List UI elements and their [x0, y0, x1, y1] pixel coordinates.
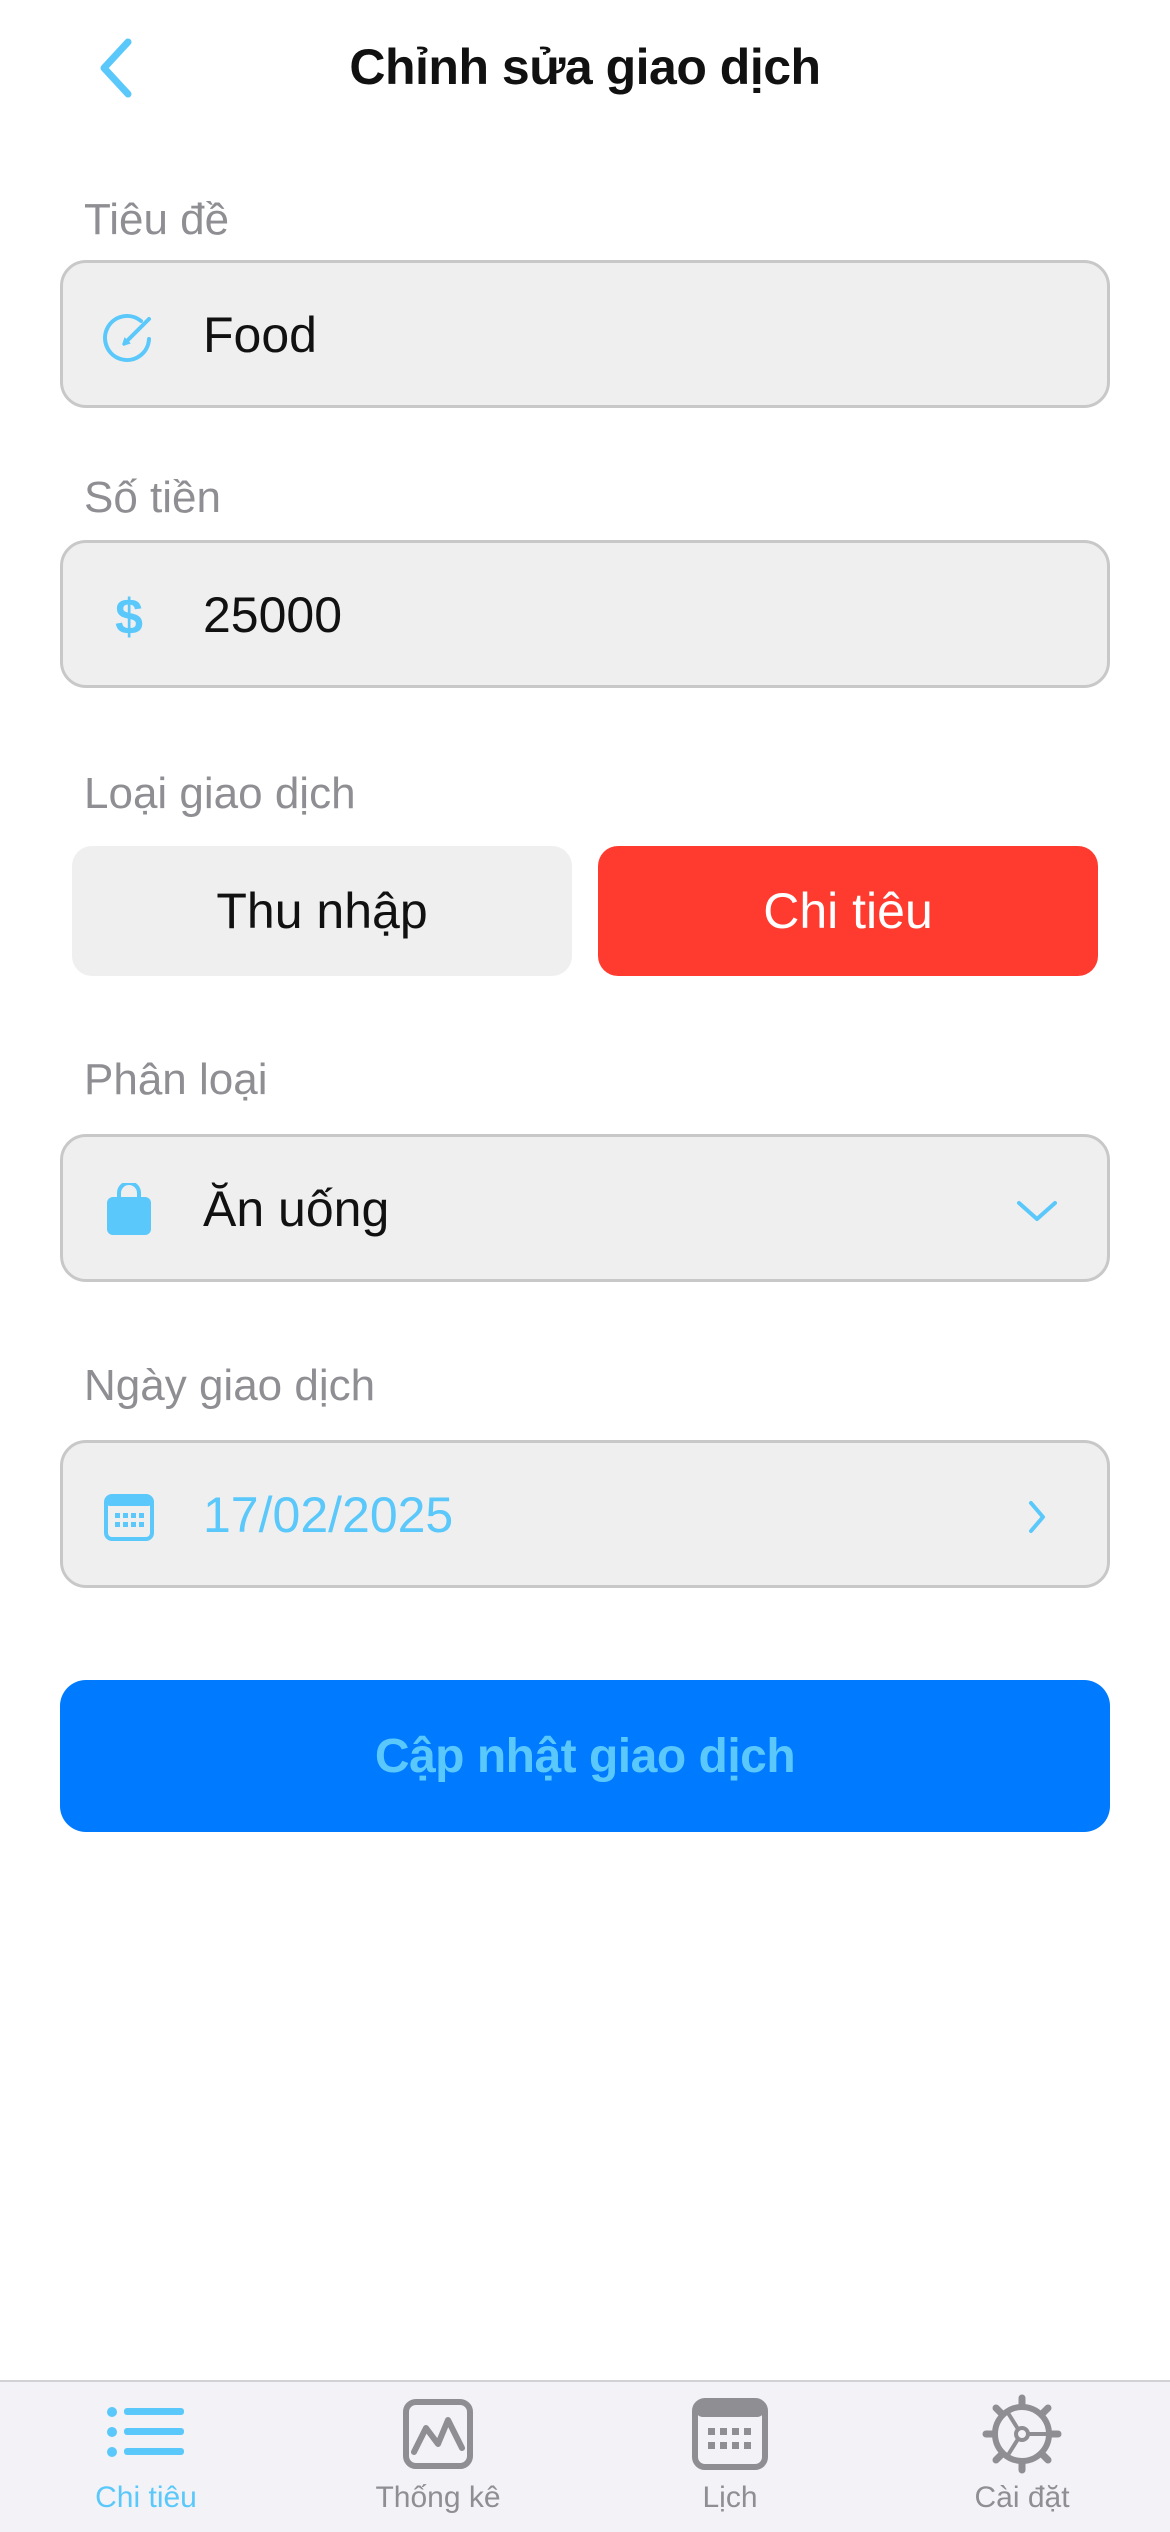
date-label: Ngày giao dịch	[84, 1361, 376, 1410]
tab-label: Chi tiêu	[95, 2481, 197, 2514]
category-select[interactable]: Ăn uống	[60, 1134, 1110, 1282]
list-icon	[106, 2394, 186, 2474]
edit-circle-icon	[101, 309, 157, 365]
amount-field[interactable]: $	[60, 540, 1110, 688]
currency-symbol: $	[115, 589, 143, 645]
title-input[interactable]	[203, 301, 1023, 369]
amount-label: Số tiền	[84, 473, 221, 522]
chevron-down-icon	[1013, 1187, 1061, 1235]
title-field[interactable]	[60, 260, 1110, 408]
page-title: Chỉnh sửa giao dịch	[349, 39, 821, 95]
title-label: Tiêu đề	[84, 195, 230, 244]
category-label: Phân loại	[84, 1055, 268, 1104]
chevron-right-icon	[1013, 1493, 1061, 1541]
update-transaction-button[interactable]: Cập nhật giao dịch	[60, 1680, 1110, 1832]
header: Chỉnh sửa giao dịch	[0, 0, 1170, 140]
gear-icon	[982, 2394, 1062, 2474]
chart-icon	[398, 2394, 478, 2474]
date-value: 17/02/2025	[203, 1487, 454, 1543]
tab-calendar[interactable]: Lịch	[584, 2382, 876, 2532]
category-value: Ăn uống	[203, 1181, 390, 1237]
dollar-icon: $	[101, 589, 157, 645]
tab-bar: Chi tiêu Thống kê Lịch Cài đặt	[0, 2380, 1170, 2532]
tab-label: Cài đặt	[974, 2481, 1070, 2514]
date-picker[interactable]: 17/02/2025	[60, 1440, 1110, 1588]
tab-expenses[interactable]: Chi tiêu	[0, 2382, 292, 2532]
income-button[interactable]: Thu nhập	[72, 846, 572, 976]
calendar-icon	[690, 2394, 770, 2474]
calendar-icon	[101, 1489, 157, 1545]
expense-button[interactable]: Chi tiêu	[598, 846, 1098, 976]
bag-icon	[101, 1183, 157, 1239]
tab-label: Lịch	[702, 2481, 758, 2514]
tab-settings[interactable]: Cài đặt	[876, 2382, 1168, 2532]
type-label: Loại giao dịch	[84, 769, 356, 818]
amount-input[interactable]	[203, 581, 1023, 649]
tab-label: Thống kê	[375, 2481, 501, 2514]
tab-statistics[interactable]: Thống kê	[292, 2382, 584, 2532]
